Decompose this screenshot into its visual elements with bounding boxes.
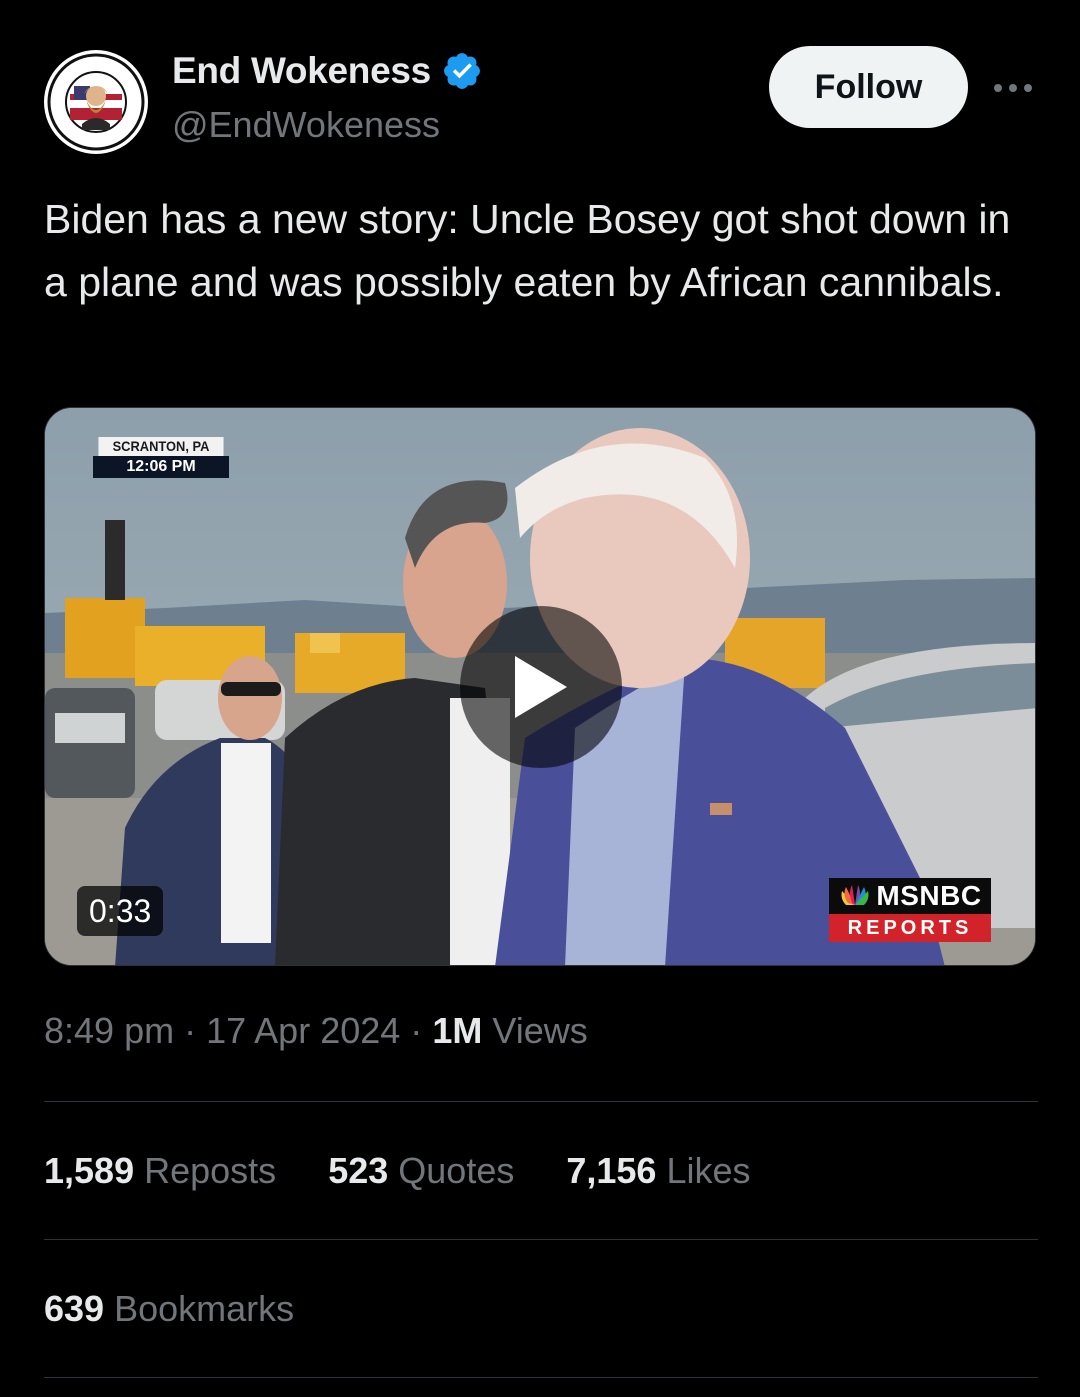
tweet-date[interactable]: 17 Apr 2024 xyxy=(206,1010,400,1051)
divider xyxy=(44,1377,1038,1378)
reposts-count: 1,589 xyxy=(44,1150,135,1191)
author-display-name[interactable]: End Wokeness xyxy=(172,50,431,92)
bookmarks-label: Bookmarks xyxy=(114,1288,295,1329)
tweet-text: Biden has a new story: Uncle Bosey got s… xyxy=(44,196,1011,305)
bookmarks-stat[interactable]: 639 Bookmarks xyxy=(44,1288,294,1330)
tweet-header: End Wokeness @EndWokeness Follow xyxy=(44,42,1036,154)
tweet-meta: 8:49 pm · 17 Apr 2024 · 1M Views xyxy=(44,1010,588,1052)
likes-label: Likes xyxy=(666,1150,751,1191)
video-duration: 0:33 xyxy=(77,886,164,936)
video-player[interactable]: SCRANTON, PA 12:06 PM 0:33 MSNBC REPORTS xyxy=(44,407,1036,966)
peacock-icon xyxy=(841,885,869,905)
play-button[interactable] xyxy=(460,606,622,768)
likes-stat[interactable]: 7,156 Likes xyxy=(566,1150,750,1192)
divider xyxy=(44,1101,1038,1102)
network-name: MSNBC xyxy=(876,880,982,911)
location-badge: SCRANTON, PA 12:06 PM xyxy=(93,437,229,479)
more-dots-icon xyxy=(994,84,1032,92)
follow-button[interactable]: Follow xyxy=(769,46,968,128)
broadcast-time: 12:06 PM xyxy=(93,456,229,478)
patriot-badge-avatar-icon xyxy=(46,52,146,152)
likes-count: 7,156 xyxy=(566,1150,657,1191)
reposts-label: Reposts xyxy=(144,1150,277,1191)
more-options-button[interactable] xyxy=(990,68,1036,108)
location-text: SCRANTON, PA xyxy=(98,437,224,456)
author-handle[interactable]: @EndWokeness xyxy=(172,104,440,146)
quotes-label: Quotes xyxy=(398,1150,515,1191)
meta-separator: · xyxy=(184,1010,197,1051)
views-label: Views xyxy=(492,1010,588,1051)
quotes-count: 523 xyxy=(328,1150,389,1191)
reposts-stat[interactable]: 1,589 Reposts xyxy=(44,1150,276,1192)
bookmarks-count: 639 xyxy=(44,1288,105,1329)
network-logo: MSNBC REPORTS xyxy=(829,878,991,942)
verified-badge-icon xyxy=(443,53,480,89)
engagement-stats: 1,589 Reposts 523 Quotes 7,156 Likes xyxy=(44,1150,751,1192)
network-sub: REPORTS xyxy=(829,914,991,942)
quotes-stat[interactable]: 523 Quotes xyxy=(328,1150,514,1192)
play-icon xyxy=(515,656,567,718)
divider xyxy=(44,1239,1038,1240)
avatar[interactable] xyxy=(44,50,148,154)
views-count: 1M xyxy=(432,1010,483,1051)
meta-separator: · xyxy=(410,1010,423,1051)
tweet-time[interactable]: 8:49 pm xyxy=(44,1010,174,1051)
